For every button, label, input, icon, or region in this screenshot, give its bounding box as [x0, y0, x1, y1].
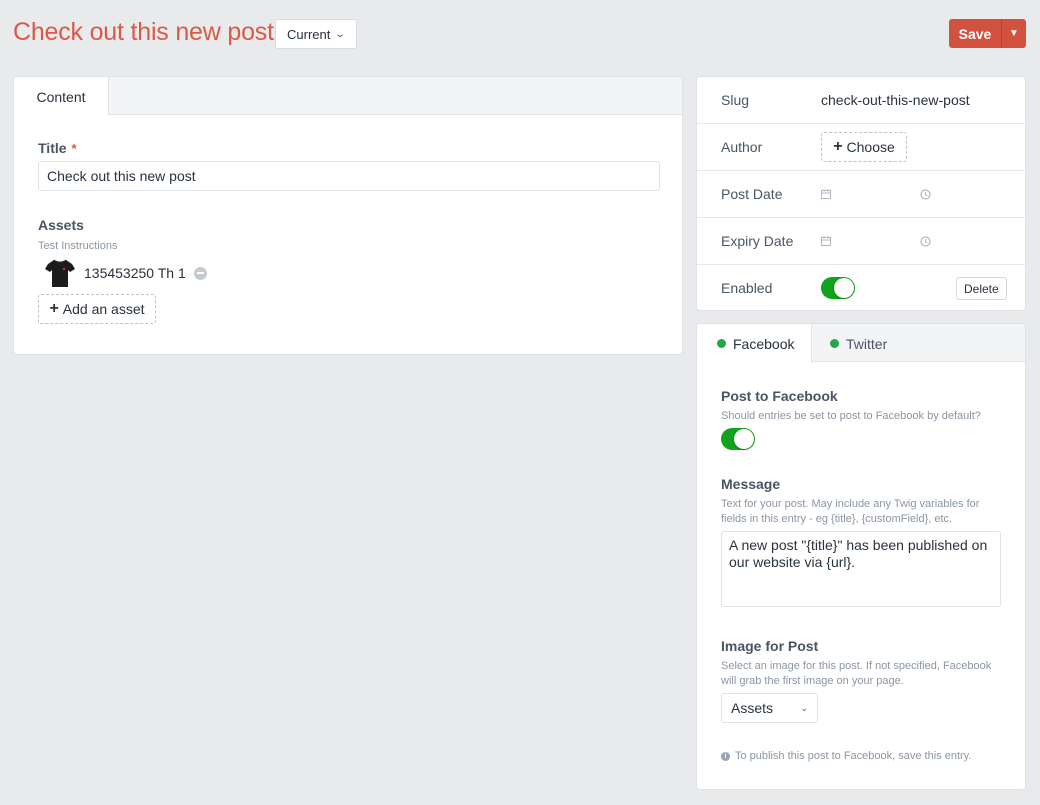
save-button-group: Save ▼: [949, 19, 1026, 48]
image-label: Image for Post: [721, 638, 819, 654]
post-to-facebook-toggle[interactable]: [721, 428, 755, 450]
content-pane: Content Title* Assets Test Instructions …: [13, 76, 683, 355]
message-help: Text for your post. May include any Twig…: [721, 498, 980, 525]
entry-meta-pane: Slug check-out-this-new-post Author + Ch…: [696, 76, 1026, 311]
slug-label: Slug: [721, 92, 750, 108]
image-source-select[interactable]: Assets ⌄: [721, 693, 818, 723]
enabled-toggle[interactable]: [821, 277, 855, 299]
tab-twitter[interactable]: Twitter: [812, 324, 912, 363]
add-asset-button[interactable]: + Add an asset: [38, 294, 156, 324]
enabled-row: Enabled Delete: [697, 265, 1025, 312]
chevron-down-icon: ▼: [1009, 28, 1019, 39]
message-label: Message: [721, 476, 781, 492]
title-input[interactable]: [38, 161, 660, 191]
calendar-icon[interactable]: [821, 236, 831, 246]
expiry-date-row: Expiry Date: [697, 218, 1025, 265]
choose-label: Choose: [846, 139, 895, 155]
add-asset-label: Add an asset: [62, 301, 145, 317]
image-source-value: Assets: [731, 700, 774, 716]
post-to-facebook-label: Post to Facebook: [721, 388, 838, 404]
chevron-down-icon: ⌄: [335, 28, 347, 40]
save-options-button[interactable]: ▼: [1001, 19, 1026, 48]
post-to-facebook-help: Should entries be set to post to Faceboo…: [721, 410, 981, 422]
assets-label: Assets: [38, 217, 84, 233]
publish-note: i To publish this post to Facebook, save…: [721, 750, 971, 762]
title-field-label: Title *: [38, 140, 77, 156]
social-pane: Facebook Twitter Post to Facebook Should…: [696, 323, 1026, 790]
author-label: Author: [721, 139, 763, 155]
tab-twitter-label: Twitter: [846, 335, 888, 352]
enabled-label: Enabled: [721, 280, 773, 296]
content-tabbar: Content: [14, 77, 682, 116]
asset-name: 135453250 Th 1: [84, 265, 186, 281]
tab-facebook[interactable]: Facebook: [697, 324, 812, 363]
info-icon: i: [721, 751, 730, 761]
chevron-down-icon: ⌄: [800, 702, 808, 713]
choose-author-button[interactable]: + Choose: [821, 132, 907, 162]
page-title: Check out this new post: [13, 18, 274, 46]
message-textarea[interactable]: A new post "{title}" has been published …: [721, 531, 1001, 607]
title-label: Title: [38, 140, 67, 156]
revision-dropdown[interactable]: Current ⌄: [275, 19, 357, 49]
author-row: Author + Choose: [697, 124, 1025, 171]
slug-row: Slug check-out-this-new-post: [697, 77, 1025, 124]
tshirt-thumbnail: [45, 259, 75, 287]
revision-label: Current: [287, 26, 331, 42]
image-help: Select an image for this post. If not sp…: [721, 660, 992, 687]
expiry-date-label: Expiry Date: [721, 233, 794, 249]
asset-item[interactable]: 135453250 Th 1: [44, 258, 207, 288]
clock-icon[interactable]: [920, 189, 931, 200]
tab-content[interactable]: Content: [14, 77, 109, 116]
plus-icon: +: [833, 138, 843, 155]
save-button[interactable]: Save: [949, 19, 1001, 48]
slug-value[interactable]: check-out-this-new-post: [821, 92, 970, 108]
publish-note-text: To publish this post to Facebook, save t…: [735, 750, 972, 762]
plus-icon: +: [49, 300, 59, 317]
post-date-label: Post Date: [721, 186, 783, 202]
delete-button[interactable]: Delete: [956, 277, 1007, 300]
assets-instructions: Test Instructions: [38, 240, 118, 252]
calendar-icon[interactable]: [821, 189, 831, 199]
social-tabbar: Facebook Twitter: [697, 324, 1025, 363]
required-marker: *: [71, 141, 77, 156]
tab-facebook-label: Facebook: [733, 335, 795, 352]
clock-icon[interactable]: [920, 236, 931, 247]
status-dot: [717, 339, 726, 348]
remove-icon[interactable]: [193, 266, 207, 280]
status-dot: [830, 339, 839, 348]
post-date-row: Post Date: [697, 171, 1025, 218]
